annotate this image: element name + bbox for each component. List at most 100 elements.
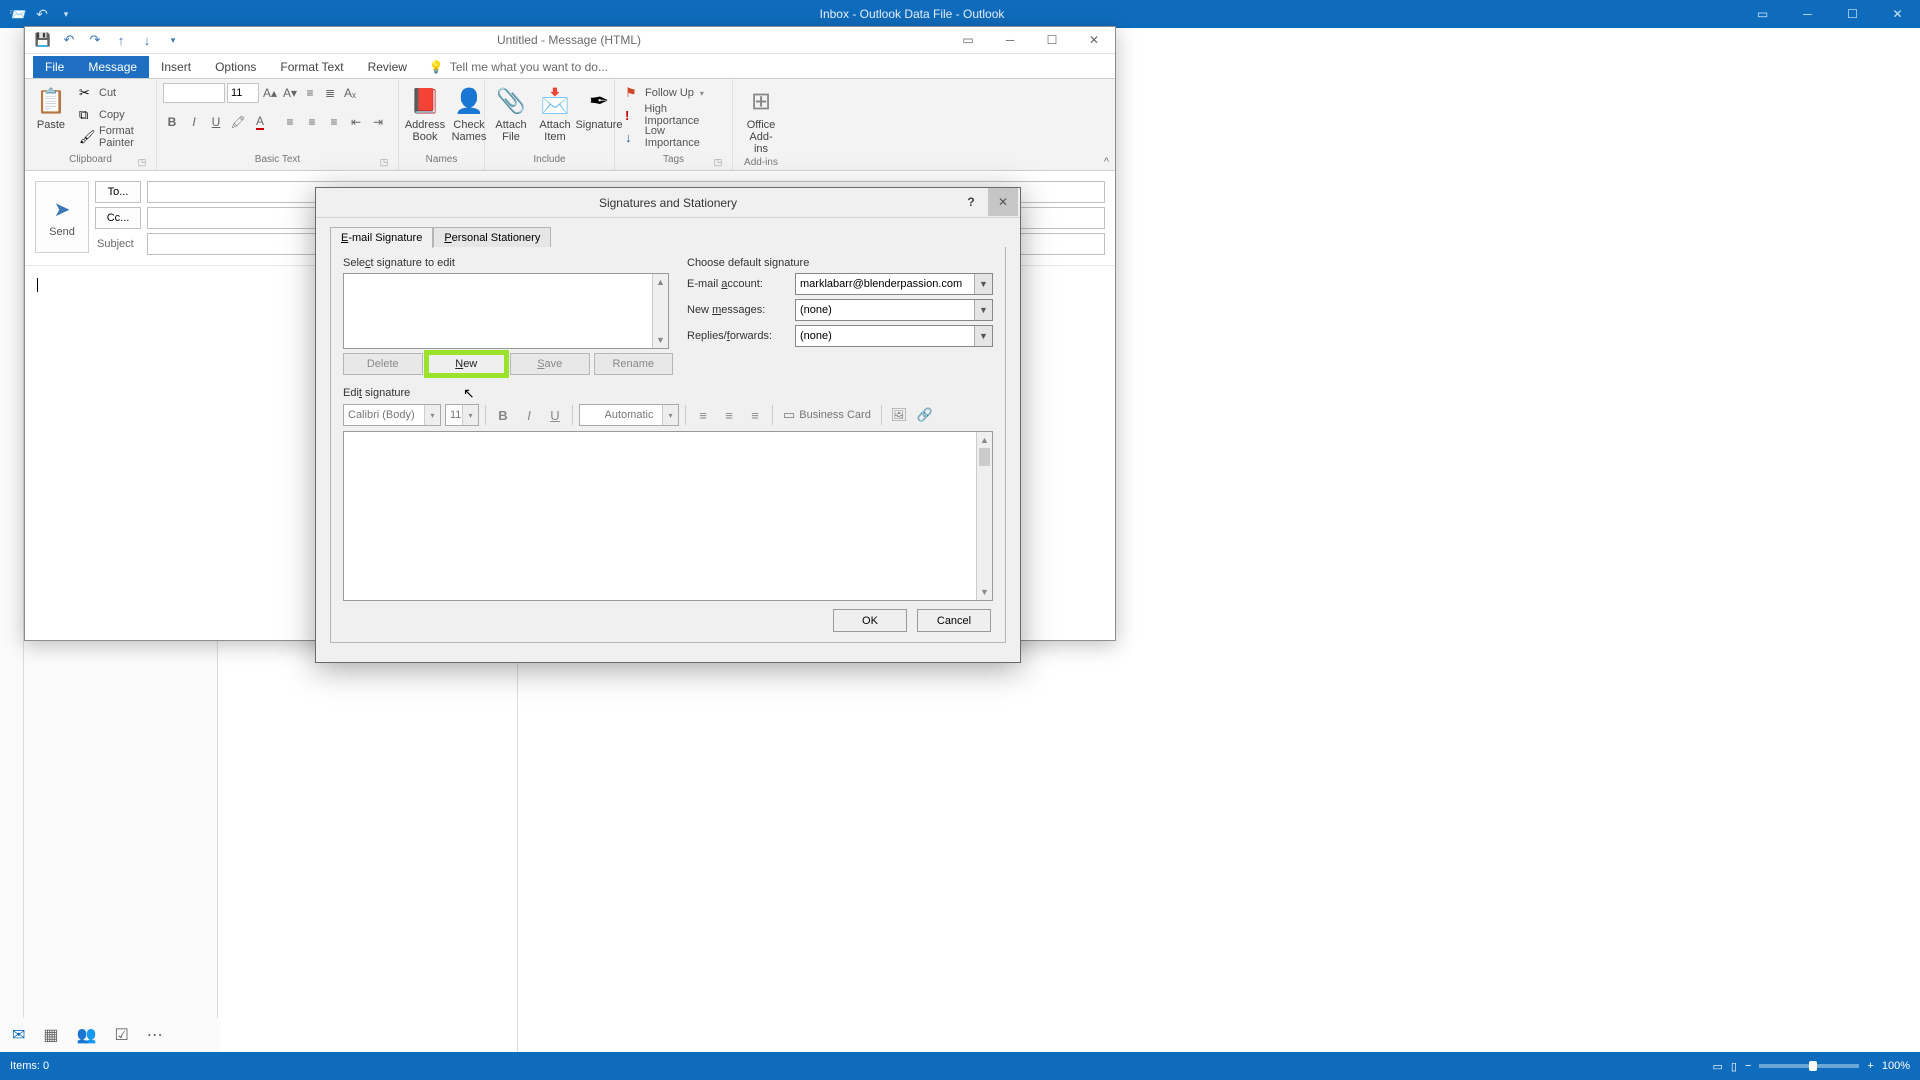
ribbon-display-icon[interactable]: ▭ [1740,0,1785,28]
indent-decrease-icon[interactable]: ⇤ [347,113,365,131]
prev-item-icon[interactable]: ↑ [109,29,133,51]
font-color-icon[interactable]: A [251,113,269,131]
tab-insert[interactable]: Insert [149,56,203,78]
more-nav-icon[interactable]: ⋯ [147,1025,163,1045]
tab-email-signature[interactable]: E-mail Signature [330,227,433,248]
address-book-button[interactable]: 📕Address Book [405,83,445,145]
insert-hyperlink-icon[interactable]: 🔗 [914,404,936,426]
to-button[interactable]: To... [95,181,141,203]
collapse-ribbon-icon[interactable]: ^ [1104,156,1109,168]
tags-launcher-icon[interactable]: ◳ [712,157,724,169]
view-reading-icon[interactable]: ▯ [1731,1060,1737,1073]
new-button[interactable]: New [427,353,507,375]
scroll-thumb[interactable] [979,448,990,466]
zoom-slider[interactable] [1759,1064,1859,1068]
tasks-nav-icon[interactable]: ☑ [114,1025,128,1045]
office-addins-button[interactable]: ⊞Office Add-ins [739,83,783,157]
basictext-launcher-icon[interactable]: ◳ [378,157,390,169]
bold-icon[interactable]: B [163,113,181,131]
next-item-icon[interactable]: ↓ [135,29,159,51]
signature-list[interactable]: ▲ ▼ [343,273,669,349]
clear-format-icon[interactable]: Aₓ [341,84,359,102]
ok-button[interactable]: OK [833,609,907,632]
tab-options[interactable]: Options [203,56,268,78]
new-messages-select[interactable]: (none)▼ [795,299,993,321]
sig-size-combo[interactable]: 11▾ [445,404,479,426]
follow-up-button[interactable]: ⚑Follow Up▾ [621,83,726,103]
clipboard-launcher-icon[interactable]: ◳ [136,157,148,169]
maximize-button[interactable]: ☐ [1830,0,1875,28]
tell-me-search[interactable]: 💡 Tell me what you want to do... [419,56,618,78]
replies-forwards-select[interactable]: (none)▼ [795,325,993,347]
underline-icon[interactable]: U [544,404,566,426]
font-family-combo[interactable] [163,83,225,103]
shrink-font-icon[interactable]: A▾ [281,84,299,102]
italic-icon[interactable]: I [518,404,540,426]
signature-editor[interactable]: ▲ ▼ [343,431,993,601]
dialog-close-button[interactable]: ✕ [988,188,1018,216]
insert-picture-icon[interactable]: 🖼 [888,404,910,426]
zoom-level[interactable]: 100% [1882,1060,1910,1072]
low-importance-button[interactable]: ↓Low Importance [621,127,726,147]
undo-icon[interactable]: ↶ [32,4,52,24]
qat-customize-icon[interactable]: ▾ [56,4,76,24]
sig-font-combo[interactable]: Calibri (Body)▾ [343,404,441,426]
underline-icon[interactable]: U [207,113,225,131]
close-button[interactable]: ✕ [1073,27,1115,54]
tab-file[interactable]: File [33,56,76,78]
align-center-icon[interactable]: ≡ [303,113,321,131]
scroll-down-icon[interactable]: ▼ [977,584,992,600]
sig-color-combo[interactable]: Automatic▾ [579,404,679,426]
font-size-combo[interactable]: 11 [227,83,259,103]
copy-button[interactable]: ⧉Copy [75,105,150,125]
numbering-icon[interactable]: ≣ [321,84,339,102]
signature-button[interactable]: ✒Signature [579,83,619,133]
business-card-button[interactable]: ▭Business Card [779,404,875,426]
align-right-icon[interactable]: ≡ [325,113,343,131]
people-nav-icon[interactable]: 👥 [77,1025,97,1045]
scroll-down-icon[interactable]: ▼ [653,332,668,348]
minimize-button[interactable]: ─ [1785,0,1830,28]
high-importance-button[interactable]: !High Importance [621,105,726,125]
tab-format-text[interactable]: Format Text [268,56,355,78]
attach-item-button[interactable]: 📩Attach Item [535,83,575,145]
tab-personal-stationery[interactable]: Personal Stationery [433,227,551,248]
scroll-up-icon[interactable]: ▲ [977,432,992,448]
ribbon-display-icon[interactable]: ▭ [947,27,989,54]
list-scrollbar[interactable]: ▲ ▼ [652,274,668,348]
bullets-icon[interactable]: ≡ [301,84,319,102]
minimize-button[interactable]: ─ [989,27,1031,54]
align-right-icon[interactable]: ≡ [744,404,766,426]
email-account-select[interactable]: marklabarr@blenderpassion.com▼ [795,273,993,295]
folder-pane-collapsed[interactable] [0,28,24,1052]
view-normal-icon[interactable]: ▭ [1713,1060,1723,1073]
qat-customize-icon[interactable]: ▾ [161,29,185,51]
save-icon[interactable]: 💾 [31,29,55,51]
mail-nav-icon[interactable]: ✉ [12,1025,25,1045]
attach-file-button[interactable]: 📎Attach File [491,83,531,145]
close-button[interactable]: ✕ [1875,0,1920,28]
tab-message[interactable]: Message [76,56,149,78]
indent-increase-icon[interactable]: ⇥ [369,113,387,131]
help-button[interactable]: ? [956,188,986,216]
check-names-button[interactable]: 👤Check Names [449,83,489,145]
align-left-icon[interactable]: ≡ [692,404,714,426]
send-button[interactable]: ➤ Send [35,181,89,253]
tab-review[interactable]: Review [356,56,419,78]
format-painter-button[interactable]: 🖌Format Painter [75,127,150,147]
zoom-out-icon[interactable]: − [1745,1060,1751,1072]
paste-button[interactable]: 📋 Paste [31,83,71,133]
calendar-nav-icon[interactable]: ▦ [43,1025,58,1045]
maximize-button[interactable]: ☐ [1031,27,1073,54]
editor-scrollbar[interactable]: ▲ ▼ [976,432,992,600]
align-left-icon[interactable]: ≡ [281,113,299,131]
redo-icon[interactable]: ↷ [83,29,107,51]
scroll-up-icon[interactable]: ▲ [653,274,668,290]
cc-button[interactable]: Cc... [95,207,141,229]
undo-icon[interactable]: ↶ [57,29,81,51]
grow-font-icon[interactable]: A▴ [261,84,279,102]
cancel-button[interactable]: Cancel [917,609,991,632]
highlight-icon[interactable]: 🖍 [229,113,247,131]
italic-icon[interactable]: I [185,113,203,131]
zoom-in-icon[interactable]: + [1867,1060,1873,1072]
